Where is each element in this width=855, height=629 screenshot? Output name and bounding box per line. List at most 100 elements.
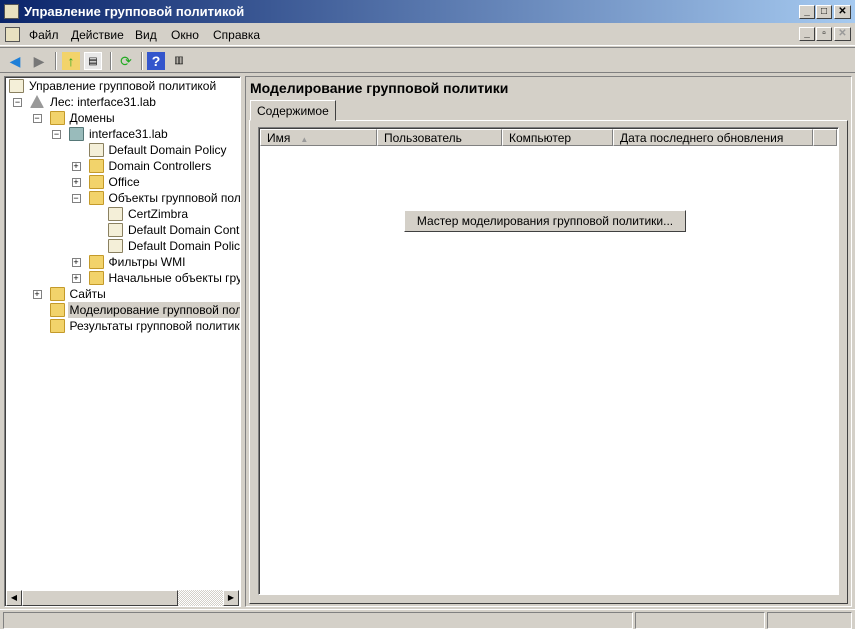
- child-restore-button[interactable]: ▫: [816, 27, 832, 41]
- gpo-icon: [108, 223, 123, 237]
- tree-item-label: Office: [108, 175, 140, 189]
- tree-item-label: Лес: interface31.lab: [50, 95, 156, 109]
- status-bar: [0, 609, 855, 629]
- tree-item-label: Результаты групповой политики: [69, 319, 241, 333]
- menu-window[interactable]: Окно: [171, 28, 199, 42]
- column-header-name[interactable]: Имя ▲: [260, 129, 377, 146]
- column-header-computer[interactable]: Компьютер: [502, 129, 613, 146]
- tree-item[interactable]: Default Domain Controlle: [5, 222, 240, 238]
- gpo-icon: [108, 207, 123, 221]
- collapse-icon[interactable]: −: [71, 194, 81, 203]
- gpmc-app-icon: [4, 4, 19, 19]
- domains-icon: [49, 111, 65, 125]
- tree-item[interactable]: + Начальные объекты групп: [5, 270, 240, 286]
- maximize-button[interactable]: □: [816, 5, 832, 19]
- tree-item[interactable]: − Домены: [5, 110, 240, 126]
- details-pane: Моделирование групповой политики Содержи…: [245, 76, 852, 607]
- domain-icon: [69, 127, 84, 141]
- tree-item-label: Default Domain Controlle: [128, 223, 240, 237]
- page-title: Моделирование групповой политики: [250, 80, 509, 96]
- expand-icon[interactable]: +: [71, 258, 81, 267]
- collapse-icon[interactable]: −: [32, 114, 42, 123]
- modeling-icon: [49, 303, 65, 317]
- tree-item-label: Объекты групповой полит: [108, 191, 241, 205]
- column-header-user[interactable]: Пользователь: [377, 129, 502, 146]
- starter-icon: [88, 271, 104, 285]
- menu-help[interactable]: Справка: [213, 28, 260, 42]
- status-panel-3: [767, 612, 852, 629]
- tree-item[interactable]: − interface31.lab: [5, 126, 240, 142]
- tree-item-label: Domain Controllers: [108, 159, 212, 173]
- tree-item-label: Фильтры WMI: [108, 255, 186, 269]
- expand-icon[interactable]: +: [32, 290, 42, 299]
- gpo-icon: [108, 239, 123, 253]
- tree-item[interactable]: Моделирование групповой полити: [5, 302, 240, 318]
- forward-arrow-icon[interactable]: ▶: [30, 52, 48, 70]
- status-panel-2: [635, 612, 765, 629]
- tree-item[interactable]: Результаты групповой политики: [5, 318, 240, 334]
- show-tree-icon[interactable]: ▤: [84, 52, 102, 70]
- title-bar: Управление групповой политикой _ □ ✕: [0, 0, 855, 23]
- tab-contents[interactable]: Содержимое: [250, 100, 336, 121]
- window-title: Управление групповой политикой: [24, 4, 245, 19]
- scroll-thumb[interactable]: [22, 590, 178, 606]
- horizontal-scrollbar[interactable]: ◀ ▶: [6, 590, 239, 606]
- forest-icon: [30, 95, 44, 108]
- column-header-last-update[interactable]: Дата последнего обновления: [613, 129, 813, 146]
- sort-ascending-icon: ▲: [300, 135, 309, 144]
- tree-item-label: Управление групповой политикой: [29, 79, 217, 93]
- scroll-left-button[interactable]: ◀: [6, 590, 22, 606]
- scroll-right-button[interactable]: ▶: [223, 590, 239, 606]
- gpo-link-icon: [88, 143, 104, 157]
- menu-action[interactable]: Действие: [71, 28, 124, 42]
- menu-file[interactable]: Файл: [29, 28, 59, 42]
- child-minimize-button[interactable]: _: [799, 27, 815, 41]
- modeling-wizard-button[interactable]: Мастер моделирования групповой политики.…: [404, 210, 686, 232]
- tree-item[interactable]: − Объекты групповой полит: [5, 190, 240, 206]
- menu-view[interactable]: Вид: [135, 28, 157, 42]
- help-icon[interactable]: ?: [147, 52, 165, 70]
- mdi-document-icon[interactable]: [5, 27, 20, 42]
- gpo-folder-icon: [88, 191, 104, 205]
- wmi-icon: [88, 255, 104, 269]
- menu-bar: Файл Действие Вид Окно Справка _ ▫ ✕: [0, 24, 855, 46]
- results-icon: [49, 319, 65, 333]
- toolbar: ◀ ▶ ↑ ▤ ⟳ ? ▥: [0, 47, 855, 73]
- back-arrow-icon[interactable]: ◀: [6, 52, 24, 70]
- tab-panel: Имя ▲ Пользователь Компьютер Дата последн…: [249, 120, 848, 604]
- tree-item[interactable]: Default Domain Policy: [5, 238, 240, 254]
- tree-item[interactable]: + Domain Controllers: [5, 158, 240, 174]
- tree-item[interactable]: Управление групповой политикой: [5, 78, 240, 94]
- up-folder-icon[interactable]: ↑: [62, 52, 80, 70]
- tree-item-label: Default Domain Policy: [128, 239, 240, 253]
- console-tree: Управление групповой политикой − Лес: inte…: [4, 76, 241, 607]
- results-list: Имя ▲ Пользователь Компьютер Дата последн…: [258, 127, 839, 595]
- tree-item-label: interface31.lab: [89, 127, 168, 141]
- action-pane-icon[interactable]: ▥: [170, 52, 188, 70]
- tree-item[interactable]: + Сайты: [5, 286, 240, 302]
- column-header-filler: [813, 129, 837, 146]
- expand-icon[interactable]: +: [71, 274, 81, 283]
- tree-item-label: CertZimbra: [128, 207, 189, 221]
- collapse-icon[interactable]: −: [52, 130, 61, 139]
- close-button[interactable]: ✕: [834, 5, 851, 19]
- tree-item[interactable]: + Фильтры WMI: [5, 254, 240, 270]
- minimize-button[interactable]: _: [799, 5, 815, 19]
- tree-item-label: Моделирование групповой полити: [67, 302, 240, 318]
- tree-item[interactable]: CertZimbra: [5, 206, 240, 222]
- child-close-button[interactable]: ✕: [834, 27, 851, 41]
- expand-icon[interactable]: +: [71, 178, 81, 187]
- collapse-icon[interactable]: −: [13, 98, 22, 107]
- refresh-icon[interactable]: ⟳: [117, 52, 135, 70]
- tree-item-label: Начальные объекты групп: [108, 271, 241, 285]
- tree-item[interactable]: − Лес: interface31.lab: [5, 94, 240, 110]
- ou-icon: [88, 159, 104, 173]
- tree-item[interactable]: Default Domain Policy: [5, 142, 240, 158]
- gpmc-icon: [9, 79, 24, 93]
- expand-icon[interactable]: +: [71, 162, 81, 171]
- tree-item-label: Сайты: [69, 287, 106, 301]
- tree-item[interactable]: + Office: [5, 174, 240, 190]
- status-panel-1: [3, 612, 633, 629]
- ou-icon: [88, 175, 104, 189]
- tree-item-label: Домены: [69, 111, 115, 125]
